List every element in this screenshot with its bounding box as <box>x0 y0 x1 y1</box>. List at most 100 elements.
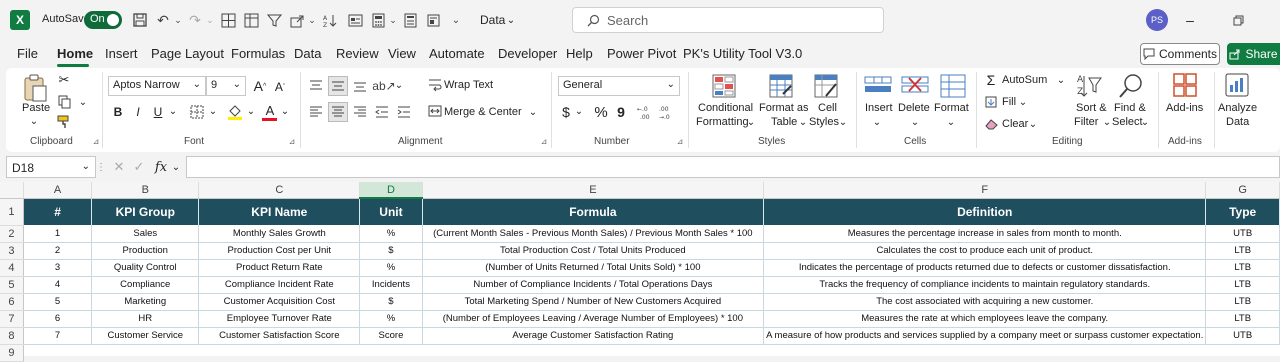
decrease-font-size-button[interactable]: Aˇ <box>272 78 288 96</box>
cell[interactable]: Measures the percentage increase in sale… <box>763 225 1207 243</box>
merge-center-label[interactable]: Merge & Center <box>444 106 522 118</box>
cell[interactable]: Employee Turnover Rate <box>198 310 361 328</box>
header-cell[interactable]: Definition <box>763 198 1207 225</box>
format-cells-icon[interactable] <box>940 74 966 98</box>
sort-filter-label-2[interactable]: Filter <box>1074 116 1098 128</box>
cell[interactable]: Measures the rate at which employees lea… <box>763 310 1207 328</box>
cell[interactable]: Compliance Incident Rate <box>198 276 361 294</box>
borders-button-icon[interactable] <box>188 102 206 122</box>
row-header[interactable]: 1 <box>0 198 24 226</box>
minimize-icon[interactable]: – <box>1182 12 1198 28</box>
row-header[interactable]: 3 <box>0 242 24 260</box>
cell[interactable]: % <box>359 225 423 243</box>
cell[interactable]: LTB <box>1205 310 1280 328</box>
sort-icon[interactable]: AZ <box>320 10 340 30</box>
print-preview-icon[interactable] <box>423 10 443 30</box>
analyze-data-label-1[interactable]: Analyze <box>1218 102 1257 114</box>
font-launcher-icon[interactable]: ⊿ <box>288 136 296 146</box>
fill-down-icon[interactable] <box>984 94 998 110</box>
format-cells-dropdown-icon[interactable]: ⌄ <box>946 116 956 128</box>
align-center-icon[interactable] <box>328 102 348 122</box>
chevron-down-icon[interactable]: ⌄ <box>506 13 516 27</box>
cell[interactable]: Sales <box>91 225 200 243</box>
copy-icon[interactable] <box>56 94 72 110</box>
wrap-text-icon[interactable] <box>426 76 444 94</box>
underline-dropdown-icon[interactable]: ⌄ <box>168 104 178 118</box>
insert-cells-icon[interactable] <box>864 74 892 98</box>
insert-function-icon[interactable]: fx <box>152 159 170 175</box>
column-header[interactable]: A <box>23 182 93 199</box>
orientation-icon[interactable]: ab↗ <box>372 76 395 96</box>
tab-utility-tool[interactable]: PK's Utility Tool V3.0 <box>683 46 802 61</box>
tab-home[interactable]: Home <box>57 46 93 61</box>
column-header[interactable]: C <box>198 182 361 199</box>
currency-dropdown-icon[interactable]: ⌄ <box>574 104 584 118</box>
sort-filter-icon[interactable]: AZ <box>1076 72 1102 100</box>
fill-color-dropdown-icon[interactable]: ⌄ <box>246 104 256 118</box>
header-cell[interactable]: Formula <box>422 198 765 225</box>
cell[interactable]: Customer Acquisition Cost <box>198 293 361 311</box>
row-header[interactable]: 5 <box>0 276 24 294</box>
find-select-label-2[interactable]: Select <box>1112 116 1143 128</box>
cell[interactable]: Number of Compliance Incidents / Total O… <box>422 276 765 294</box>
cell[interactable]: Total Marketing Spend / Number of New Cu… <box>422 293 765 311</box>
paste-label[interactable]: Paste <box>22 102 50 114</box>
cell[interactable]: LTB <box>1205 259 1280 277</box>
row-header[interactable]: 4 <box>0 259 24 277</box>
empty-cell[interactable] <box>764 344 1206 361</box>
cell[interactable]: The cost associated with acquiring a new… <box>763 293 1207 311</box>
comments-button[interactable]: Comments <box>1140 43 1220 65</box>
format-cells-label[interactable]: Format <box>934 102 969 114</box>
header-cell[interactable]: # <box>23 198 93 225</box>
cut-icon[interactable]: ✂ <box>56 72 72 88</box>
cell[interactable]: A measure of how products and services s… <box>763 327 1207 345</box>
analyze-data-icon[interactable] <box>1224 72 1250 98</box>
cell[interactable]: Monthly Sales Growth <box>198 225 361 243</box>
delete-cells-label[interactable]: Delete <box>898 102 930 114</box>
format-as-table-label-2[interactable]: Table <box>771 116 797 128</box>
sort-filter-dropdown-icon[interactable]: ⌄ <box>1102 116 1112 128</box>
row-header[interactable]: 9 <box>0 344 24 362</box>
confirm-entry-icon[interactable]: ✓ <box>132 159 146 175</box>
font-color-dropdown-icon[interactable]: ⌄ <box>280 104 290 118</box>
conditional-formatting-label-1[interactable]: Conditional <box>698 102 753 114</box>
find-select-label-1[interactable]: Find & <box>1114 102 1146 114</box>
cell[interactable]: Marketing <box>91 293 200 311</box>
add-ins-icon[interactable] <box>1172 72 1198 98</box>
cell[interactable]: LTB <box>1205 242 1280 260</box>
cell[interactable]: Tracks the frequency of compliance incid… <box>763 276 1207 294</box>
cancel-entry-icon[interactable]: ✕ <box>112 159 126 175</box>
fill-dropdown-icon[interactable]: ⌄ <box>1018 96 1028 108</box>
column-header[interactable]: E <box>422 182 765 199</box>
align-middle-icon[interactable] <box>328 76 348 96</box>
font-name-select[interactable]: Aptos Narrow ⌄ <box>108 76 206 96</box>
clear-label[interactable]: Clear <box>1002 118 1028 130</box>
column-header[interactable]: B <box>91 182 200 199</box>
cell[interactable]: UTB <box>1205 225 1280 243</box>
increase-font-size-button[interactable]: A ^ <box>252 76 268 96</box>
tab-power-pivot[interactable]: Power Pivot <box>607 46 676 61</box>
row-header[interactable]: 6 <box>0 293 24 311</box>
empty-cell[interactable] <box>1206 344 1280 361</box>
header-cell[interactable]: Unit <box>359 198 423 225</box>
cell[interactable]: 2 <box>23 242 93 260</box>
increase-indent-icon[interactable] <box>394 102 414 122</box>
borders-icon[interactable] <box>218 10 238 30</box>
autosum-dropdown-icon[interactable]: ⌄ <box>1056 74 1066 86</box>
cell[interactable]: 7 <box>23 327 93 345</box>
merge-dropdown-icon[interactable]: ⌄ <box>528 106 538 118</box>
header-cell[interactable]: KPI Name <box>198 198 361 225</box>
empty-cell[interactable] <box>199 344 360 361</box>
document-name-dropdown[interactable]: Data <box>480 13 505 27</box>
share-button[interactable]: Share <box>1227 43 1280 65</box>
cell[interactable]: (Number of Units Returned / Total Units … <box>422 259 765 277</box>
cell[interactable]: (Number of Employees Leaving / Average N… <box>422 310 765 328</box>
paste-icon[interactable] <box>22 74 48 102</box>
merge-center-icon[interactable] <box>426 102 444 120</box>
align-bottom-icon[interactable] <box>350 76 370 96</box>
fill-label[interactable]: Fill <box>1002 96 1016 108</box>
orientation-dropdown-icon[interactable]: ⌄ <box>394 78 404 92</box>
number-format-select[interactable]: General ⌄ <box>558 76 680 96</box>
cell[interactable]: Compliance <box>91 276 200 294</box>
underline-button[interactable]: U <box>150 102 166 122</box>
